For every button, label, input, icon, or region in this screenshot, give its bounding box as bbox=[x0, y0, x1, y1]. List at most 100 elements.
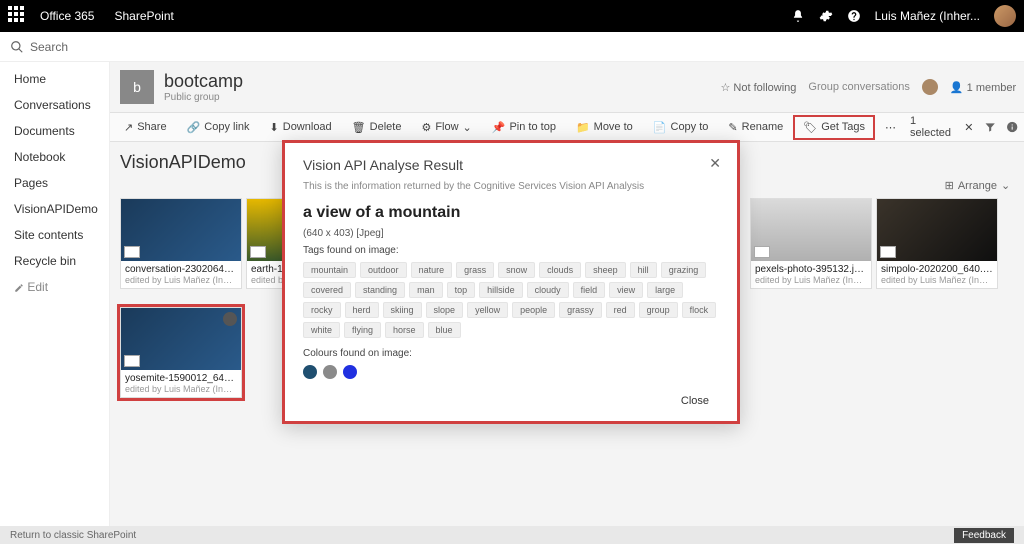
clear-selection[interactable]: ✕ bbox=[964, 121, 973, 134]
nav-site-contents[interactable]: Site contents bbox=[0, 224, 109, 246]
search-bar[interactable]: Search bbox=[0, 32, 1024, 62]
tag: field bbox=[573, 282, 606, 298]
tag: hill bbox=[630, 262, 657, 278]
nav-edit[interactable]: Edit bbox=[0, 276, 109, 298]
close-button[interactable]: Close bbox=[671, 391, 719, 411]
arrange-button[interactable]: ⊞ Arrange ⌄ bbox=[945, 179, 1011, 192]
filter-icon[interactable] bbox=[984, 120, 996, 134]
pin-button[interactable]: 📌 Pin to top bbox=[486, 119, 562, 136]
file-card[interactable]: conversation-2302064_640.jpgedited by Lu… bbox=[120, 198, 242, 289]
group-conversations-link[interactable]: Group conversations bbox=[808, 81, 910, 93]
tag: sheep bbox=[585, 262, 626, 278]
tag: man bbox=[409, 282, 443, 298]
mail-icon bbox=[754, 246, 770, 258]
mail-icon bbox=[880, 246, 896, 258]
bell-icon[interactable] bbox=[791, 9, 805, 23]
tag: nature bbox=[411, 262, 453, 278]
tag: herd bbox=[345, 302, 379, 318]
member-count[interactable]: 👤 1 member bbox=[950, 81, 1016, 94]
copy-to-button[interactable]: 📄 Copy to bbox=[647, 119, 715, 136]
dialog-subtitle: This is the information returned by the … bbox=[303, 181, 719, 192]
tag: red bbox=[606, 302, 635, 318]
group-header: b bootcamp Public group ☆ Not following … bbox=[110, 62, 1024, 112]
tag: view bbox=[609, 282, 643, 298]
tag: grassy bbox=[559, 302, 602, 318]
info-icon[interactable] bbox=[1006, 120, 1018, 134]
rename-button[interactable]: ✎ Rename bbox=[722, 119, 789, 136]
nav-visionapidemo[interactable]: VisionAPIDemo bbox=[0, 198, 109, 220]
tag: top bbox=[447, 282, 476, 298]
tag: clouds bbox=[539, 262, 581, 278]
move-to-button[interactable]: 📁 Move to bbox=[570, 119, 639, 136]
group-logo[interactable]: b bbox=[120, 70, 154, 104]
share-button[interactable]: ↗ Share bbox=[118, 119, 173, 136]
more-button[interactable]: ⋯ bbox=[879, 119, 902, 136]
app-name[interactable]: SharePoint bbox=[114, 9, 173, 23]
tag: grass bbox=[456, 262, 494, 278]
colour-swatch bbox=[303, 365, 317, 379]
nav-documents[interactable]: Documents bbox=[0, 120, 109, 142]
tag: large bbox=[647, 282, 683, 298]
image-dimensions: (640 x 403) [Jpeg] bbox=[303, 228, 719, 239]
return-classic-link[interactable]: Return to classic SharePoint bbox=[10, 530, 136, 541]
user-avatar[interactable] bbox=[994, 5, 1016, 27]
delete-button[interactable]: 🗑 Delete bbox=[346, 119, 408, 136]
colour-swatches bbox=[303, 365, 719, 379]
tag: hillside bbox=[479, 282, 523, 298]
tag: flying bbox=[344, 322, 381, 338]
check-icon[interactable] bbox=[223, 312, 237, 326]
copy-link-button[interactable]: 🔗 Copy link bbox=[181, 119, 256, 136]
user-name[interactable]: Luis Mañez (Inher... bbox=[875, 9, 980, 23]
tag: blue bbox=[428, 322, 461, 338]
help-icon[interactable] bbox=[847, 9, 861, 23]
tag: mountain bbox=[303, 262, 356, 278]
image-caption: a view of a mountain bbox=[303, 204, 719, 222]
tag: flock bbox=[682, 302, 717, 318]
nav-home[interactable]: Home bbox=[0, 68, 109, 90]
vision-result-dialog: Vision API Analyse Result ✕ This is the … bbox=[282, 140, 740, 424]
feedback-button[interactable]: Feedback bbox=[954, 528, 1014, 543]
bottom-bar: Return to classic SharePoint Feedback bbox=[0, 526, 1024, 544]
tag: cloudy bbox=[527, 282, 569, 298]
gear-icon[interactable] bbox=[819, 9, 833, 23]
tag: covered bbox=[303, 282, 351, 298]
tag: standing bbox=[355, 282, 405, 298]
nav-conversations[interactable]: Conversations bbox=[0, 94, 109, 116]
top-bar: Office 365 SharePoint Luis Mañez (Inher.… bbox=[0, 0, 1024, 32]
suite-brand[interactable]: Office 365 bbox=[40, 9, 94, 23]
tag: skiing bbox=[383, 302, 422, 318]
app-launcher-icon[interactable] bbox=[8, 6, 28, 26]
command-bar: ↗ Share 🔗 Copy link ⬇ Download 🗑 Delete … bbox=[110, 112, 1024, 142]
tag: horse bbox=[385, 322, 424, 338]
file-card-selected[interactable]: yosemite-1590012_640.jpg edited by Luis … bbox=[120, 307, 242, 398]
tag: people bbox=[512, 302, 555, 318]
member-avatar bbox=[922, 79, 938, 95]
search-placeholder: Search bbox=[30, 40, 68, 54]
tag-list: mountainoutdoornaturegrasssnowcloudsshee… bbox=[303, 262, 719, 338]
colours-label: Colours found on image: bbox=[303, 348, 719, 359]
tag: rocky bbox=[303, 302, 341, 318]
nav-pages[interactable]: Pages bbox=[0, 172, 109, 194]
left-nav: Home Conversations Documents Notebook Pa… bbox=[0, 62, 110, 526]
tag: yellow bbox=[467, 302, 508, 318]
get-tags-button[interactable]: 🏷 Get Tags bbox=[797, 119, 871, 136]
file-card[interactable]: simpolo-2020200_640.jpgedited by Luis Ma… bbox=[876, 198, 998, 289]
download-button[interactable]: ⬇ Download bbox=[264, 119, 338, 136]
dialog-title: Vision API Analyse Result bbox=[303, 157, 719, 173]
search-icon bbox=[10, 40, 24, 54]
file-card[interactable]: pexels-photo-395132.jpegedited by Luis M… bbox=[750, 198, 872, 289]
close-icon[interactable]: ✕ bbox=[703, 153, 727, 174]
colour-swatch bbox=[323, 365, 337, 379]
tag: grazing bbox=[661, 262, 707, 278]
mail-icon bbox=[250, 246, 266, 258]
nav-notebook[interactable]: Notebook bbox=[0, 146, 109, 168]
tag: snow bbox=[498, 262, 535, 278]
flow-button[interactable]: ⚙ Flow ⌄ bbox=[415, 119, 477, 136]
tag: outdoor bbox=[360, 262, 407, 278]
follow-status[interactable]: ☆ Not following bbox=[721, 81, 797, 94]
tag: group bbox=[639, 302, 678, 318]
tag: slope bbox=[426, 302, 464, 318]
group-title: bootcamp bbox=[164, 71, 243, 92]
nav-recycle-bin[interactable]: Recycle bin bbox=[0, 250, 109, 272]
mail-icon bbox=[124, 246, 140, 258]
